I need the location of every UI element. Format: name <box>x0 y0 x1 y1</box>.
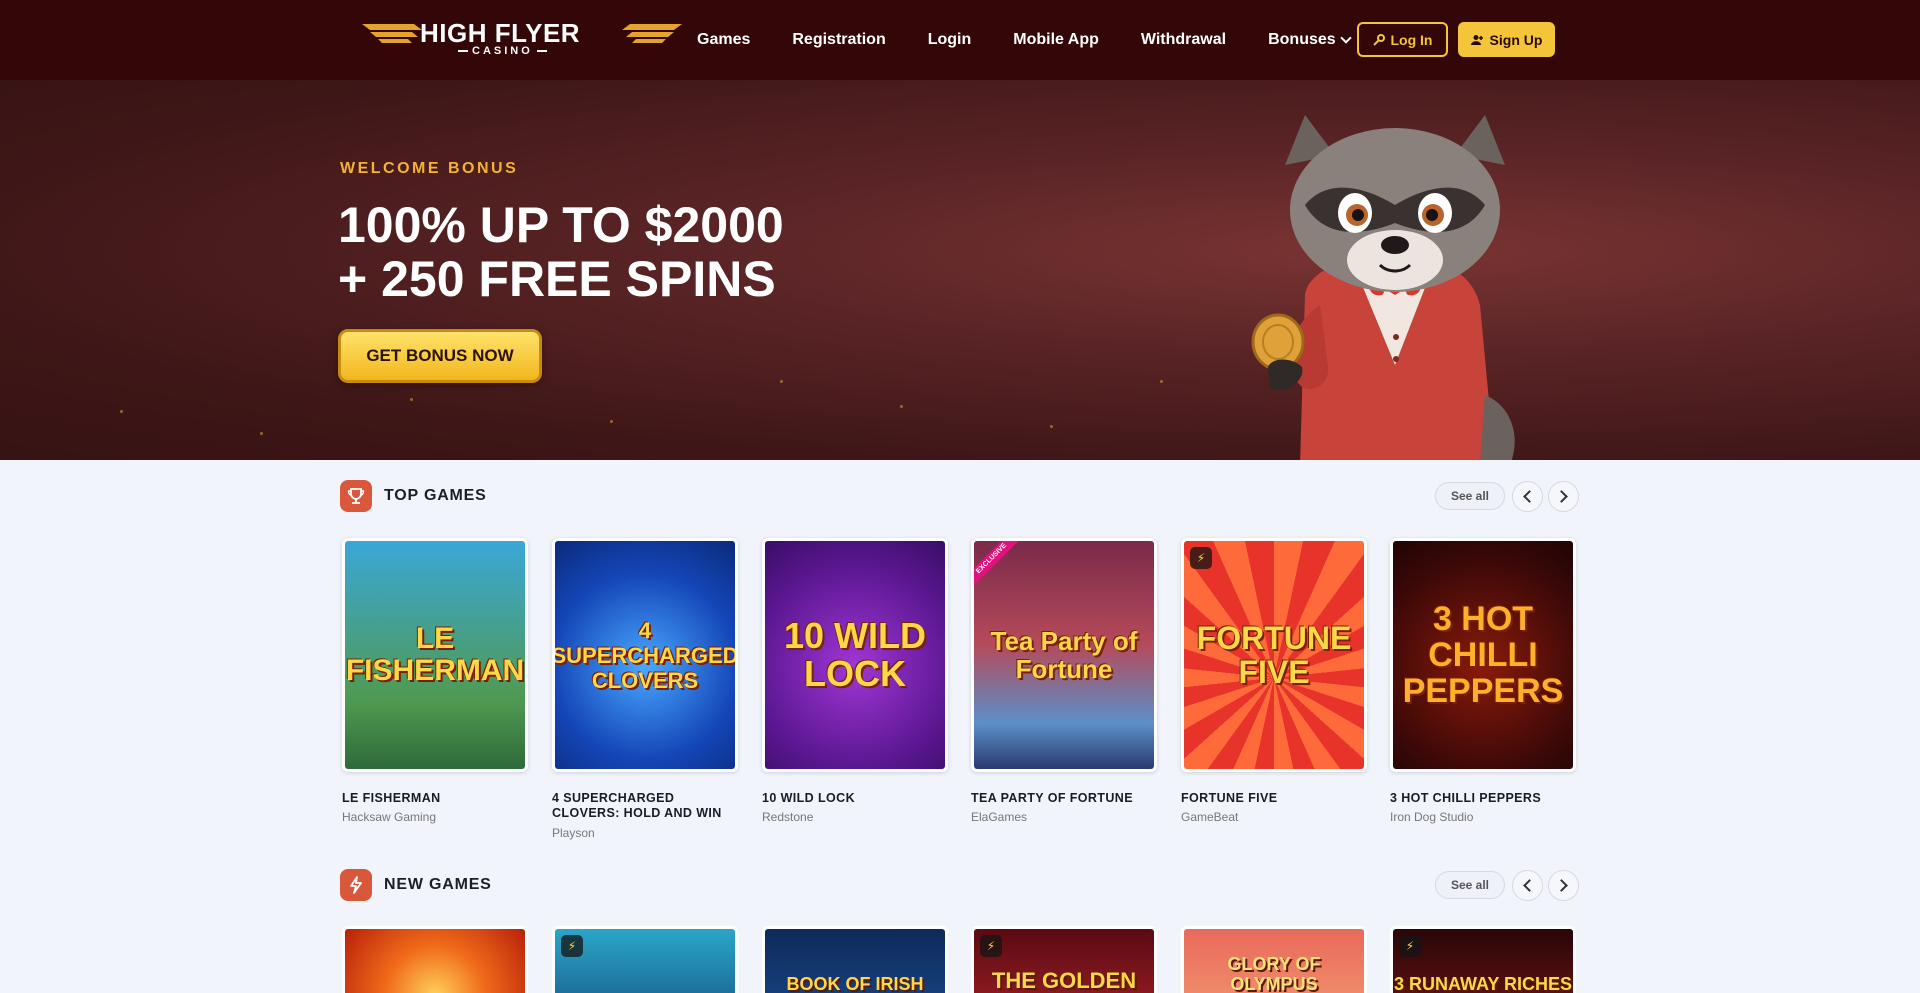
hero-title: 100% UP TO $2000 + 250 FREE SPINS <box>338 198 784 306</box>
spark <box>260 432 263 435</box>
game-provider: GameBeat <box>1181 810 1239 824</box>
game-thumbnail[interactable]: GLORY OF OLYMPUS <box>1181 926 1367 993</box>
section-title: NEW GAMES <box>384 876 492 893</box>
game-provider: Iron Dog Studio <box>1390 810 1474 824</box>
nav-registration[interactable]: Registration <box>792 31 885 49</box>
game-name: 3 HOT CHILLI PEPPERS <box>1390 791 1542 805</box>
nav-login[interactable]: Login <box>928 31 972 49</box>
game-thumbnail[interactable]: EXCLUSIVE Tea Party of Fortune <box>971 538 1157 772</box>
game-thumbnail[interactable]: ⚡ THE GOLDEN <box>971 926 1157 993</box>
see-all-button[interactable]: See all <box>1435 482 1505 510</box>
nav-mobile-app[interactable]: Mobile App <box>1013 31 1099 49</box>
game-thumbnail-title: GLORY OF OLYMPUS <box>1227 954 1321 993</box>
game-thumbnail-title: 3 RUNAWAY RICHES <box>1393 974 1573 993</box>
hero-title-line: 100% UP TO $2000 <box>338 197 784 253</box>
site-header: HIGH FLYER CASINO Games Registration Log… <box>0 0 1920 80</box>
game-thumbnail[interactable]: BOOK OF IRISH <box>762 926 948 993</box>
game-thumbnail-title: FORTUNE FIVE <box>1196 620 1352 690</box>
bolt-icon: ⚡ <box>1399 935 1421 957</box>
signup-button-label: Sign Up <box>1489 31 1543 48</box>
game-thumbnail-title: THE GOLDEN <box>991 968 1137 993</box>
game-provider: Redstone <box>762 810 814 824</box>
spark <box>610 420 613 423</box>
game-thumbnail[interactable]: 4 SUPERCHARGED CLOVERS <box>552 538 738 772</box>
nav-games[interactable]: Games <box>697 31 750 49</box>
main-nav: Games Registration Login Mobile App With… <box>697 0 1392 80</box>
game-name: 4 SUPERCHARGED CLOVERS: HOLD AND WIN <box>552 791 722 820</box>
game-name: FORTUNE FIVE <box>1181 791 1278 805</box>
site-logo[interactable]: HIGH FLYER CASINO <box>362 16 682 60</box>
login-button[interactable]: Log In <box>1357 22 1448 57</box>
section-title: TOP GAMES <box>384 487 487 504</box>
new-games-header: NEW GAMES See all <box>340 869 1580 901</box>
key-icon <box>1372 33 1385 46</box>
chevron-down-icon <box>1340 32 1352 44</box>
signup-button[interactable]: Sign Up <box>1458 22 1555 57</box>
add-user-icon <box>1470 34 1483 45</box>
game-thumbnail[interactable]: LE FISHERMAN <box>342 538 528 772</box>
spark <box>410 398 413 401</box>
chevron-left-icon <box>1523 490 1536 503</box>
see-all-button[interactable]: See all <box>1435 871 1505 899</box>
prev-button[interactable] <box>1512 870 1543 901</box>
chevron-left-icon <box>1523 879 1536 892</box>
game-thumbnail-title: Tea Party of Fortune <box>990 626 1138 684</box>
spark <box>1050 425 1053 428</box>
bolt-icon: ⚡ <box>980 935 1002 957</box>
wing-icon <box>622 24 682 43</box>
nav-bonuses-label: Bonuses <box>1268 31 1336 48</box>
get-bonus-button[interactable]: GET BONUS NOW <box>338 329 542 383</box>
hero-banner: WELCOME BONUS 100% UP TO $2000 + 250 FRE… <box>0 80 1920 460</box>
raccoon-mascot-image <box>1251 115 1515 460</box>
logo-subtext: CASINO <box>454 45 551 57</box>
bolt-icon: ⚡ <box>561 935 583 957</box>
game-name: 10 WILD LOCK <box>762 791 855 805</box>
hero-title-line: + 250 FREE SPINS <box>338 251 776 307</box>
nav-withdrawal[interactable]: Withdrawal <box>1141 31 1226 49</box>
nav-bonuses[interactable]: Bonuses <box>1268 31 1352 49</box>
game-name: LE FISHERMAN <box>342 791 441 805</box>
game-thumbnail-title: 4 SUPERCHARGED CLOVERS <box>552 617 738 693</box>
top-games-header: TOP GAMES See all <box>340 480 1580 512</box>
bolt-icon: ⚡ <box>1190 547 1212 569</box>
wing-icon <box>362 24 422 43</box>
game-provider: Playson <box>552 826 595 840</box>
next-button[interactable] <box>1548 481 1579 512</box>
game-name: TEA PARTY OF FORTUNE <box>971 791 1133 805</box>
game-thumbnail-title: 3 HOT CHILLI PEPPERS <box>1402 600 1564 710</box>
game-thumbnail[interactable]: ⚡ FORTUNE FIVE <box>1181 538 1367 772</box>
trophy-icon <box>340 480 372 512</box>
game-provider: Hacksaw Gaming <box>342 810 437 824</box>
game-provider: ElaGames <box>971 810 1028 824</box>
spark <box>780 380 783 383</box>
game-thumbnail[interactable]: 3 HOT CHILLI PEPPERS <box>1390 538 1576 772</box>
game-thumbnail[interactable] <box>342 926 528 993</box>
next-button[interactable] <box>1548 870 1579 901</box>
game-thumbnail-title: LE FISHERMAN <box>345 622 525 687</box>
prev-button[interactable] <box>1512 481 1543 512</box>
chevron-right-icon <box>1555 490 1568 503</box>
game-thumbnail[interactable]: 10 WILD LOCK <box>762 538 948 772</box>
bolt-icon <box>340 869 372 901</box>
chevron-right-icon <box>1555 879 1568 892</box>
game-thumbnail[interactable]: ⚡ 3 RUNAWAY RICHES <box>1390 926 1576 993</box>
game-thumbnail-title: 10 WILD LOCK <box>783 615 926 694</box>
spark <box>1160 380 1163 383</box>
spark <box>120 410 123 413</box>
login-button-label: Log In <box>1390 31 1433 48</box>
game-thumbnail-title: BOOK OF IRISH <box>786 974 924 993</box>
hero-eyebrow: WELCOME BONUS <box>340 160 519 177</box>
exclusive-badge: EXCLUSIVE <box>974 541 1025 592</box>
game-thumbnail[interactable]: ⚡ <box>552 926 738 993</box>
spark <box>900 405 903 408</box>
